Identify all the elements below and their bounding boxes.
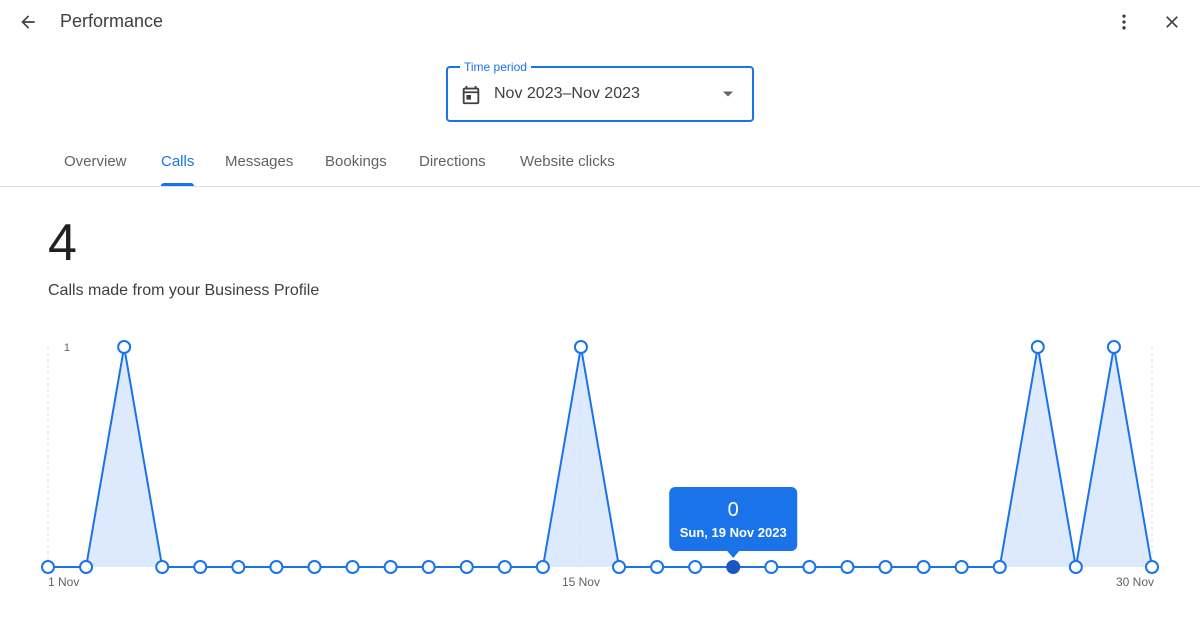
data-point[interactable] — [497, 560, 512, 574]
data-point[interactable] — [155, 560, 170, 574]
calls-chart: 1 1 Nov 15 Nov 30 Nov 0 Sun, 19 Nov 2023 — [41, 340, 1159, 589]
tab-messages[interactable]: Messages — [209, 140, 309, 186]
calls-description: Calls made from your Business Profile — [48, 282, 320, 299]
calls-total-value: 4 — [48, 214, 77, 272]
data-point[interactable] — [307, 560, 322, 574]
tab-directions[interactable]: Directions — [403, 140, 502, 186]
data-point[interactable] — [1106, 340, 1121, 354]
tab-website-clicks[interactable]: Website clicks — [504, 140, 631, 186]
data-point[interactable] — [688, 560, 703, 574]
tab-divider — [0, 186, 1200, 187]
time-period-label: Time period — [460, 60, 531, 74]
data-point[interactable] — [1145, 560, 1159, 574]
data-point[interactable] — [1030, 340, 1045, 354]
data-point[interactable] — [954, 560, 969, 574]
tooltip-date: Sun, 19 Nov 2023 — [680, 525, 787, 540]
more-options-button[interactable] — [1108, 6, 1140, 38]
data-point[interactable] — [193, 560, 208, 574]
tooltip-pointer — [727, 551, 740, 558]
close-button[interactable] — [1156, 6, 1188, 38]
data-point[interactable] — [41, 560, 55, 574]
data-point[interactable] — [878, 560, 893, 574]
data-point[interactable] — [459, 560, 474, 574]
tab-overview[interactable]: Overview — [48, 140, 143, 186]
data-point[interactable] — [764, 560, 779, 574]
data-point[interactable] — [1068, 560, 1083, 574]
tab-calls[interactable]: Calls — [145, 140, 210, 186]
y-tick-label: 1 — [64, 342, 70, 354]
back-button[interactable] — [12, 6, 44, 38]
data-point[interactable] — [383, 560, 398, 574]
data-point[interactable] — [612, 560, 627, 574]
time-period-dropdown[interactable]: Time period Nov 2023–Nov 2023 — [446, 60, 754, 122]
x-tick-label: 1 Nov — [48, 575, 79, 589]
tab-bar: Overview Calls Messages Bookings Directi… — [48, 140, 1200, 187]
x-tick-label: 30 Nov — [1116, 575, 1154, 589]
data-point[interactable] — [269, 560, 284, 574]
dropdown-arrow-icon — [723, 91, 733, 97]
data-point[interactable] — [916, 560, 931, 574]
tab-bookings[interactable]: Bookings — [309, 140, 403, 186]
top-bar: Performance — [0, 0, 1200, 44]
data-point[interactable] — [345, 560, 360, 574]
more-vert-icon — [1122, 14, 1126, 30]
arrow-back-icon — [21, 15, 35, 29]
data-point[interactable] — [992, 560, 1007, 574]
tooltip-value: 0 — [728, 499, 739, 521]
data-point[interactable] — [802, 560, 817, 574]
data-point[interactable] — [421, 560, 436, 574]
data-point[interactable] — [573, 340, 588, 354]
data-point[interactable] — [117, 340, 132, 354]
data-point[interactable] — [79, 560, 94, 574]
data-point[interactable] — [231, 560, 246, 574]
time-period-selector: Time period Nov 2023–Nov 2023 — [446, 60, 754, 122]
time-period-value: Nov 2023–Nov 2023 — [494, 85, 640, 102]
data-point[interactable] — [650, 560, 665, 574]
data-point[interactable] — [840, 560, 855, 574]
close-icon — [1166, 16, 1178, 28]
data-point[interactable] — [726, 560, 741, 574]
calendar-icon — [462, 85, 480, 105]
x-tick-label: 15 Nov — [562, 575, 600, 589]
page-title: Performance — [60, 11, 164, 31]
data-point[interactable] — [535, 560, 550, 574]
